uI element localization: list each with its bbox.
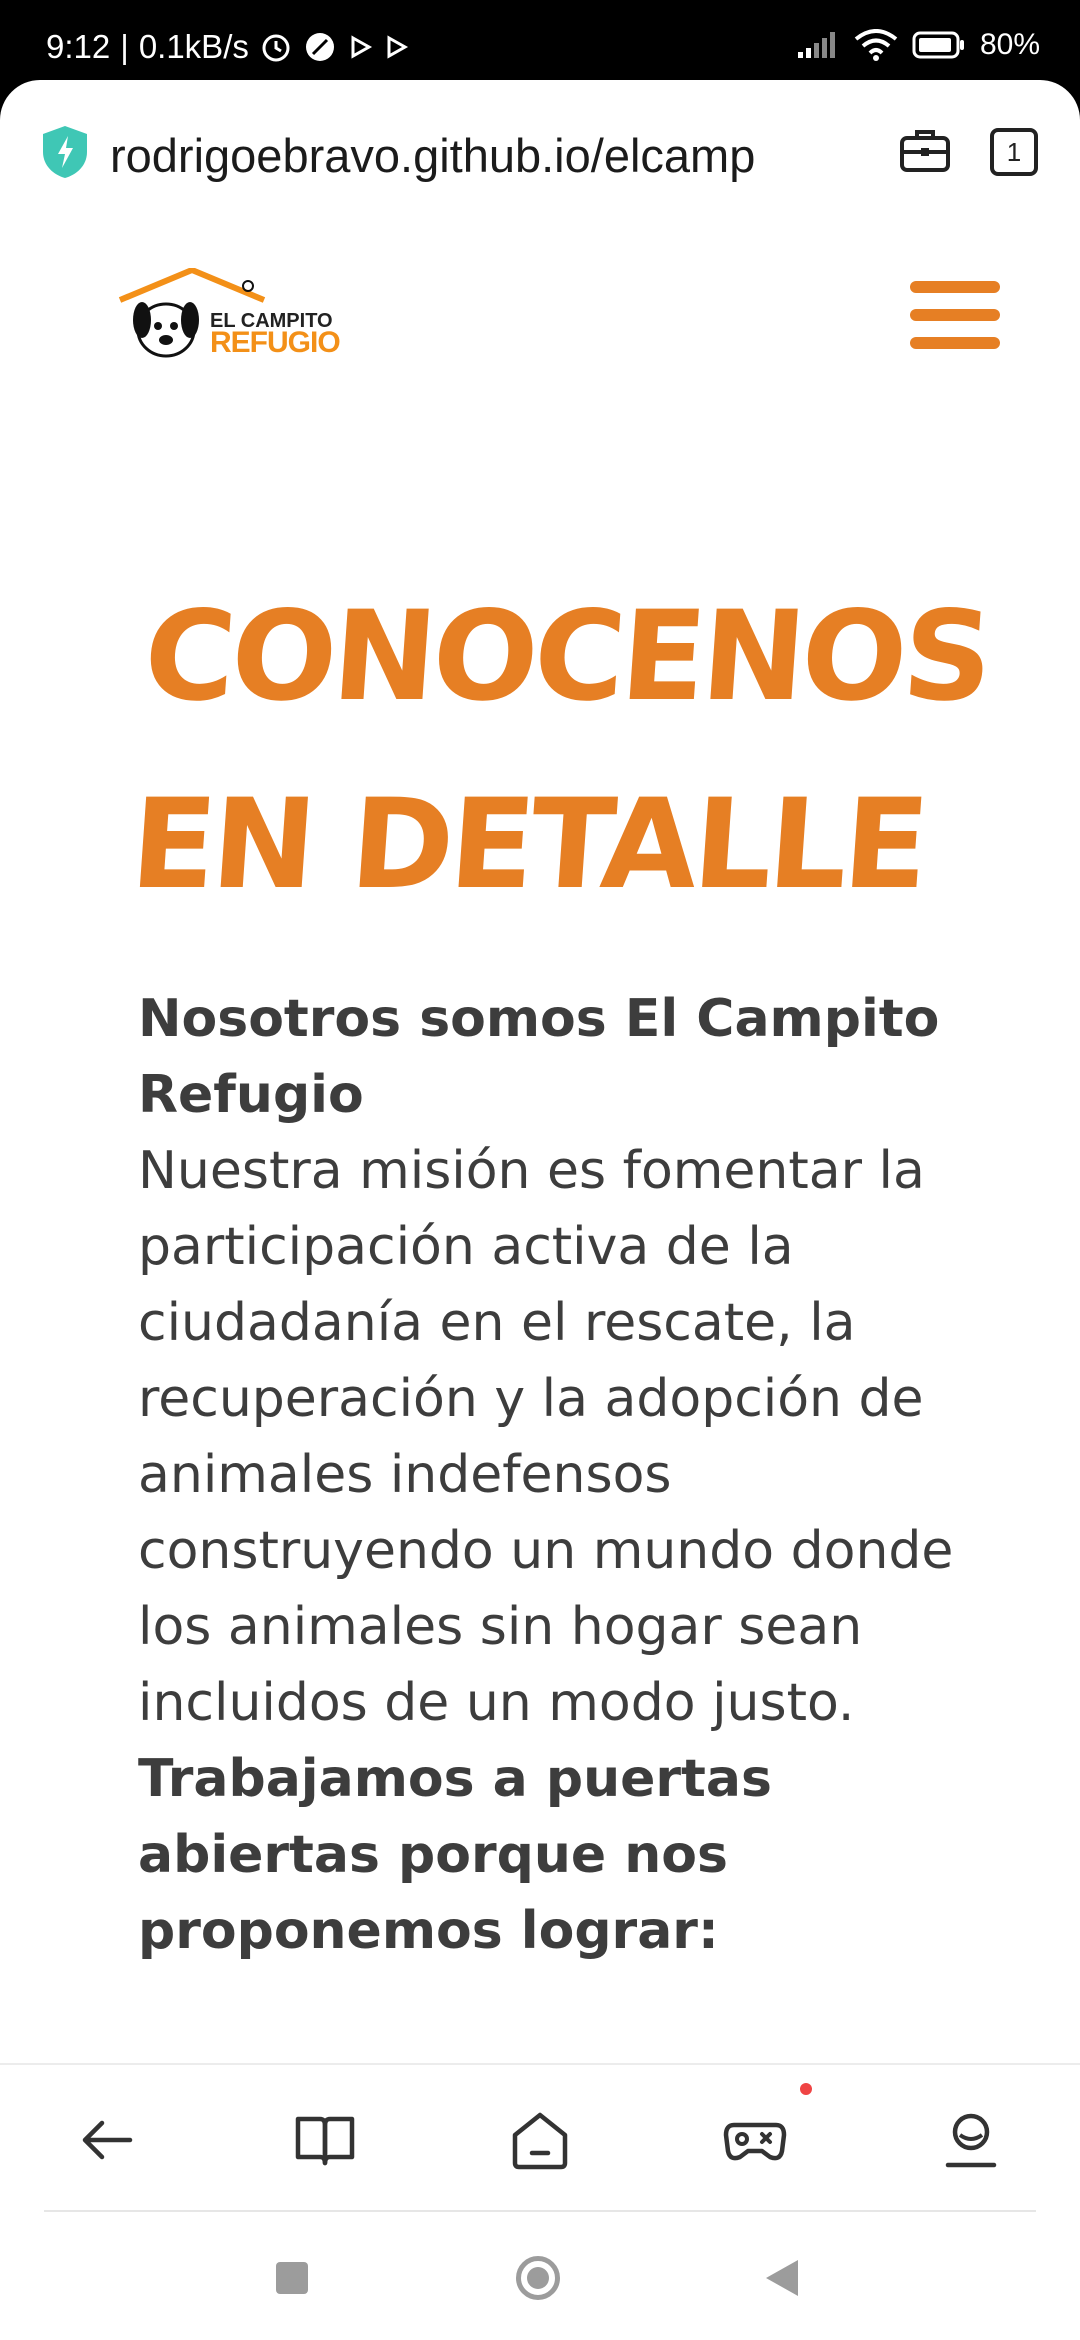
tabs-counter-button[interactable]: 1 <box>990 128 1038 176</box>
back-icon[interactable] <box>72 2105 142 2175</box>
alarm-icon <box>262 34 290 62</box>
profile-icon[interactable] <box>936 2105 1006 2175</box>
menu-bar-2 <box>910 309 1000 321</box>
signal-icon <box>797 32 835 58</box>
home-icon[interactable] <box>505 2105 575 2175</box>
briefcase-icon[interactable] <box>898 126 952 176</box>
game-controller-icon[interactable] <box>720 2105 790 2175</box>
web-page: EL CAMPITO REFUGIO Conocenos en detalle … <box>0 223 1080 2063</box>
play-icon <box>351 35 372 59</box>
wifi-icon <box>854 29 898 61</box>
back-button[interactable] <box>766 2260 798 2296</box>
logo-line-2: REFUGIO <box>210 326 341 359</box>
play-icon-2 <box>387 35 408 59</box>
home-button[interactable] <box>516 2256 560 2300</box>
notification-dot <box>800 2083 812 2095</box>
system-nav-bar <box>0 2212 1080 2340</box>
menu-bar-3 <box>910 337 1000 349</box>
shield-icon[interactable] <box>40 124 90 180</box>
url-bar[interactable]: rodrigoebravo.github.io/elcamp <box>110 128 755 183</box>
page-title: Conocenos en detalle <box>126 585 994 917</box>
menu-bar-1 <box>910 281 1000 293</box>
browser-bottom-nav <box>0 2063 1080 2213</box>
status-left: 9:12 | 0.1kB/s <box>46 28 409 66</box>
recents-button[interactable] <box>276 2262 308 2294</box>
mission-paragraph: Nuestra misión es fomentar la participac… <box>138 1141 954 1733</box>
browser-toolbar: rodrigoebravo.github.io/elcamp 1 <box>0 80 1080 225</box>
site-logo[interactable]: EL CAMPITO REFUGIO <box>118 268 341 368</box>
status-separator: | <box>120 28 129 65</box>
battery-icon <box>912 31 964 59</box>
status-right: 80% <box>796 28 1040 62</box>
status-time: 9:12 <box>46 28 111 65</box>
about-heading: Nosotros somos El Campito Refugio <box>138 989 940 1125</box>
about-content: Nosotros somos El Campito Refugio Nuestr… <box>138 981 958 1969</box>
battery-level: 80% <box>979 28 1040 61</box>
book-icon[interactable] <box>290 2105 360 2175</box>
compass-icon <box>305 33 334 61</box>
menu-icon[interactable] <box>910 281 1000 361</box>
goals-heading: Trabajamos a puertas abiertas porque nos… <box>138 1749 772 1961</box>
network-speed: 0.1kB/s <box>138 28 249 65</box>
